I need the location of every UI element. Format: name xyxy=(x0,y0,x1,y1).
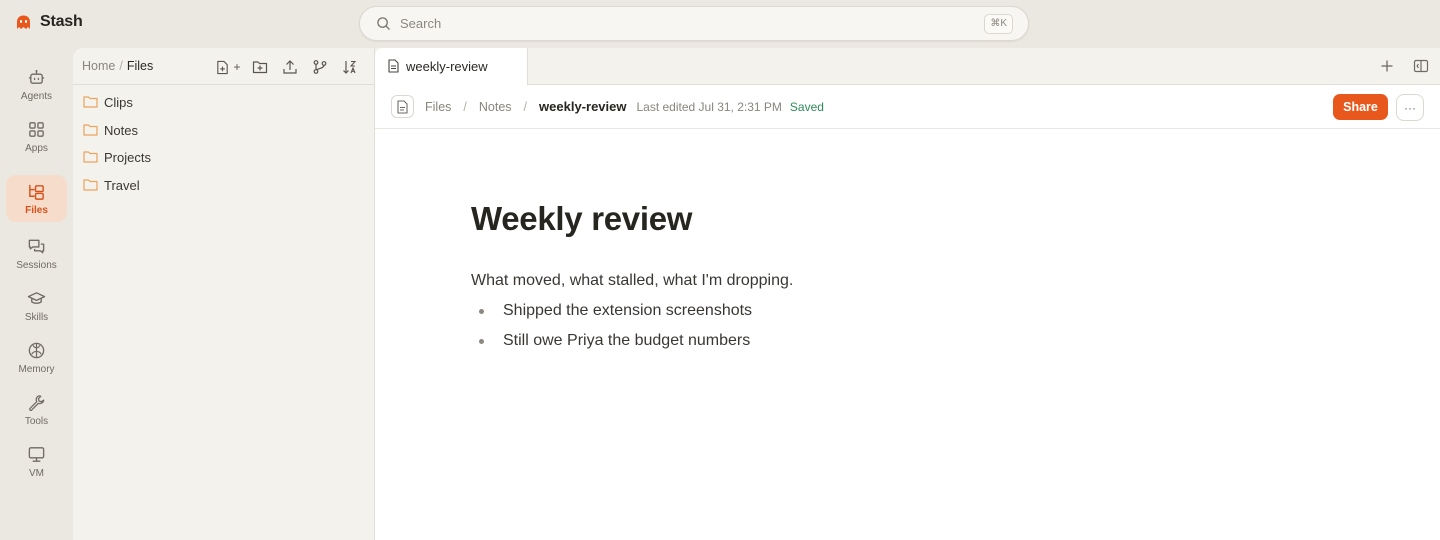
search-input[interactable]: Search xyxy=(400,16,441,31)
search-bar[interactable]: Search ⌘K xyxy=(359,6,1029,41)
files-icon xyxy=(29,184,44,200)
rail-label: VM xyxy=(29,468,44,479)
folder-label: Clips xyxy=(104,95,133,110)
rail-label: Memory xyxy=(18,364,55,375)
new-folder-icon xyxy=(252,61,268,74)
rail-item-apps[interactable]: Apps xyxy=(6,114,67,162)
document-breadcrumb: Files / Notes / weekly-review Last edite… xyxy=(425,99,824,114)
git-branch-icon xyxy=(313,60,327,74)
search-icon xyxy=(377,17,390,30)
new-file-plus: + xyxy=(233,60,241,74)
robot-icon xyxy=(28,69,45,84)
list-item[interactable]: Shipped the extension screenshots xyxy=(471,302,752,332)
last-edited-text: Last edited Jul 31, 2:31 PM xyxy=(636,100,782,114)
folder-row-travel[interactable]: Travel xyxy=(73,172,374,198)
rail-item-sessions[interactable]: Sessions xyxy=(6,231,67,279)
file-toolbar: + xyxy=(211,58,365,76)
bullet-list: Shipped the extension screenshots Still … xyxy=(471,302,752,362)
document-type-button[interactable] xyxy=(391,95,414,118)
monitor-icon xyxy=(28,447,45,462)
rail-item-memory[interactable]: Memory xyxy=(6,335,67,383)
file-panel-header: Home / Files + xyxy=(73,48,374,85)
document-intro[interactable]: What moved, what stalled, what I'm dropp… xyxy=(471,272,793,290)
crumb-separator: / xyxy=(463,100,467,114)
rail-item-vm[interactable]: VM xyxy=(6,439,67,487)
grid-icon xyxy=(29,122,44,137)
folder-row-clips[interactable]: Clips xyxy=(73,89,374,115)
file-panel: Home / Files + Clips Notes Projects Trav… xyxy=(73,48,375,540)
list-item-text: Shipped the extension screenshots xyxy=(503,302,753,319)
rail-item-tools[interactable]: Tools xyxy=(6,387,67,435)
folder-row-notes[interactable]: Notes xyxy=(73,117,374,143)
breadcrumb-home[interactable]: Home xyxy=(82,59,115,73)
crumb-files[interactable]: Files xyxy=(425,100,451,114)
ellipsis-icon: ··· xyxy=(1404,100,1416,115)
folder-label: Notes xyxy=(104,123,138,138)
rail-item-skills[interactable]: Skills xyxy=(6,283,67,331)
brand[interactable]: Stash xyxy=(15,13,83,31)
rail-label: Skills xyxy=(24,312,49,323)
search-shortcut-badge: ⌘K xyxy=(984,14,1013,34)
rail-item-agents[interactable]: Agents xyxy=(6,62,67,110)
rail-label: Agents xyxy=(20,91,53,102)
folder-icon xyxy=(83,179,98,191)
folder-icon xyxy=(83,151,98,163)
upload-button[interactable] xyxy=(275,58,305,76)
breadcrumb-separator: / xyxy=(119,59,123,73)
document-header: Files / Notes / weekly-review Last edite… xyxy=(375,85,1440,129)
document-content[interactable]: Weekly review What moved, what stalled, … xyxy=(471,200,1171,349)
split-view-icon[interactable] xyxy=(1413,58,1429,74)
new-folder-button[interactable] xyxy=(245,58,275,76)
editor-area: weekly-review Files / Notes / weekly-rev… xyxy=(375,48,1440,540)
breadcrumb: Home / Files xyxy=(82,59,153,73)
crumb-separator: / xyxy=(523,100,528,114)
rail-label: Files xyxy=(25,205,48,216)
stash-logo-icon xyxy=(17,15,30,29)
upload-icon xyxy=(283,60,297,74)
more-options-button[interactable]: ··· xyxy=(1396,94,1424,121)
breadcrumb-current: Files xyxy=(126,59,154,73)
folder-label: Projects xyxy=(104,150,151,165)
top-bar: Stash Search ⌘K xyxy=(0,0,1440,48)
bullet-icon xyxy=(479,339,484,344)
nav-rail: Agents Apps Files Sessions Skills Memory… xyxy=(0,48,73,540)
bullet-icon xyxy=(479,309,484,314)
rail-label: Apps xyxy=(25,143,48,154)
rail-label: Sessions xyxy=(16,260,57,271)
app-name: Stash xyxy=(40,13,83,30)
sort-icon xyxy=(343,60,357,74)
chat-bubbles-icon xyxy=(28,239,45,254)
wrench-icon xyxy=(29,395,45,412)
folder-icon xyxy=(83,96,98,108)
document-title[interactable]: Weekly review xyxy=(471,200,1171,238)
brain-icon xyxy=(28,342,45,359)
document-icon xyxy=(388,59,399,73)
document-icon xyxy=(397,99,408,114)
rail-item-files[interactable]: Files xyxy=(6,175,67,222)
share-button[interactable]: Share xyxy=(1333,94,1388,120)
new-file-button[interactable]: + xyxy=(211,58,245,76)
sort-button[interactable] xyxy=(335,58,365,76)
document-name: weekly-review xyxy=(539,99,627,114)
git-branch-button[interactable] xyxy=(305,58,335,76)
tab-label: weekly-review xyxy=(406,59,488,74)
list-item[interactable]: Still owe Priya the budget numbers xyxy=(471,332,752,362)
tab-weekly-review[interactable]: weekly-review xyxy=(375,48,528,85)
rail-label: Tools xyxy=(24,416,49,427)
new-file-icon xyxy=(217,60,229,74)
folder-label: Travel xyxy=(104,178,140,193)
folder-row-projects[interactable]: Projects xyxy=(73,144,374,170)
save-status: Saved xyxy=(789,100,824,114)
list-item-text: Still owe Priya the budget numbers xyxy=(503,332,751,349)
tab-bar: weekly-review xyxy=(375,48,1440,85)
folder-icon xyxy=(83,124,98,136)
crumb-notes[interactable]: Notes xyxy=(479,100,512,114)
graduation-cap-icon xyxy=(27,292,46,304)
plus-icon[interactable] xyxy=(1379,58,1395,74)
